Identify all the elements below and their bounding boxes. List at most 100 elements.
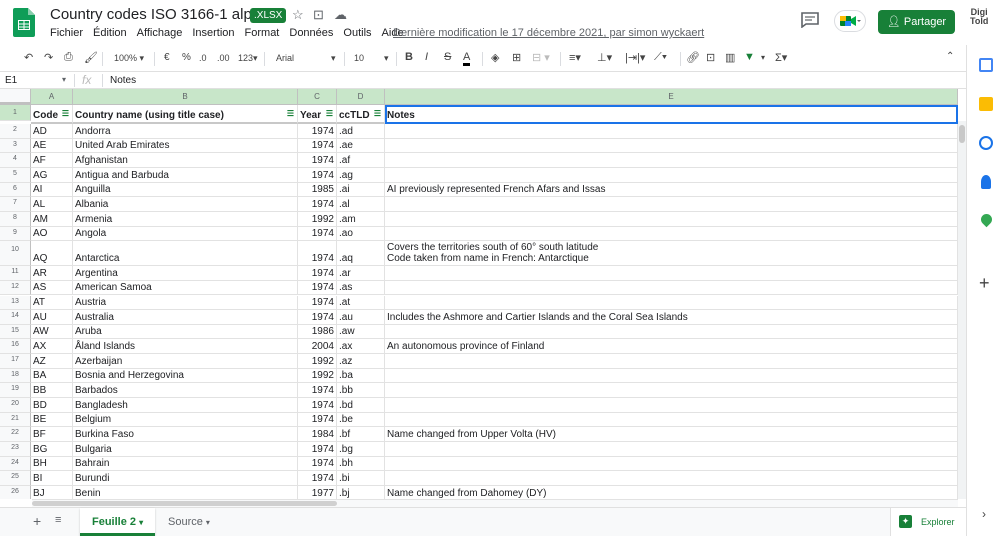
table-cell-tld[interactable]: .ad: [337, 124, 385, 139]
functions-icon[interactable]: Σ▾: [775, 51, 787, 64]
table-cell-code[interactable]: AR: [31, 266, 73, 281]
add-addon-icon[interactable]: +: [979, 273, 990, 294]
table-cell-notes[interactable]: [385, 471, 958, 486]
table-cell-year[interactable]: 1974: [298, 138, 337, 154]
table-cell-notes[interactable]: [385, 266, 958, 281]
table-cell-code[interactable]: AI: [31, 182, 73, 198]
row-header[interactable]: 5: [0, 167, 31, 183]
cloud-status-icon[interactable]: ☁: [334, 7, 347, 23]
table-cell-name[interactable]: Bangladesh: [73, 398, 298, 413]
row-header[interactable]: 12: [0, 280, 31, 296]
table-cell-year[interactable]: 1974: [298, 398, 337, 413]
table-cell-code[interactable]: BH: [31, 456, 73, 472]
table-cell-name[interactable]: Austria: [73, 295, 298, 311]
table-cell-name[interactable]: Azerbaijan: [73, 354, 298, 369]
column-header-d[interactable]: D: [337, 89, 385, 105]
insert-comment-icon[interactable]: ⊡: [706, 51, 715, 64]
horizontal-scrollbar[interactable]: [32, 499, 958, 507]
row-header[interactable]: 19: [0, 383, 31, 399]
table-cell-notes[interactable]: [385, 456, 958, 472]
table-cell-code[interactable]: BG: [31, 442, 73, 457]
decrease-decimal-button[interactable]: .0: [199, 53, 207, 63]
table-cell-notes[interactable]: Covers the territories south of 60° sout…: [385, 241, 958, 267]
table-cell-name[interactable]: Antarctica: [73, 241, 298, 267]
table-cell-name[interactable]: Anguilla: [73, 182, 298, 198]
menu-tools[interactable]: Outils: [343, 27, 371, 39]
table-cell-notes[interactable]: An autonomous province of Finland: [385, 339, 958, 355]
menu-file[interactable]: Fichier: [50, 27, 83, 39]
increase-decimal-button[interactable]: .00: [217, 53, 230, 63]
table-cell-tld[interactable]: .as: [337, 280, 385, 296]
contacts-icon[interactable]: [981, 175, 991, 189]
row-header[interactable]: 11: [0, 266, 31, 281]
header-cell-d[interactable]: ccTLD ☰: [337, 105, 385, 124]
row-header[interactable]: 1: [0, 105, 31, 121]
expand-panel-icon[interactable]: ›: [982, 507, 986, 521]
calendar-icon[interactable]: [979, 58, 993, 72]
row-header[interactable]: 6: [0, 182, 31, 198]
paint-format-icon[interactable]: 🖌︎: [84, 51, 98, 64]
table-cell-notes[interactable]: Includes the Ashmore and Cartier Islands…: [385, 310, 958, 325]
share-button[interactable]: 👤︎ Partager: [878, 10, 955, 34]
table-cell-code[interactable]: AG: [31, 167, 73, 183]
table-cell-code[interactable]: AD: [31, 124, 73, 139]
table-cell-notes[interactable]: [385, 197, 958, 212]
table-cell-year[interactable]: 1974: [298, 442, 337, 457]
header-cell-a[interactable]: Code ☰: [31, 105, 73, 124]
filter-toggle-icon[interactable]: ☰: [374, 109, 381, 118]
table-cell-tld[interactable]: .bg: [337, 442, 385, 457]
column-header-a[interactable]: A: [31, 89, 73, 105]
chevron-down-icon[interactable]: ▾: [206, 518, 210, 527]
select-all-corner[interactable]: [0, 89, 31, 105]
vertical-align-icon[interactable]: ⊥▾: [597, 51, 612, 64]
table-cell-tld[interactable]: .al: [337, 197, 385, 212]
header-cell-c[interactable]: Year ☰: [298, 105, 337, 124]
table-cell-code[interactable]: AQ: [31, 241, 73, 267]
table-cell-name[interactable]: Angola: [73, 226, 298, 242]
table-cell-notes[interactable]: [385, 412, 958, 428]
table-cell-code[interactable]: BA: [31, 368, 73, 384]
meet-button[interactable]: [834, 10, 866, 32]
table-cell-tld[interactable]: .bb: [337, 383, 385, 399]
table-cell-tld[interactable]: .ar: [337, 266, 385, 281]
table-cell-year[interactable]: 1974: [298, 266, 337, 281]
table-cell-year[interactable]: 1974: [298, 383, 337, 399]
table-cell-notes[interactable]: [385, 398, 958, 413]
fill-color-icon[interactable]: ◈: [491, 51, 499, 64]
table-cell-year[interactable]: 1986: [298, 324, 337, 340]
table-cell-name[interactable]: Benin: [73, 485, 298, 499]
table-cell-notes[interactable]: Name changed from Upper Volta (HV): [385, 427, 958, 442]
table-cell-name[interactable]: Aruba: [73, 324, 298, 340]
name-box[interactable]: E1: [5, 75, 17, 86]
table-cell-year[interactable]: 1974: [298, 197, 337, 212]
row-header[interactable]: 2: [0, 124, 31, 139]
row-header[interactable]: 9: [0, 226, 31, 242]
column-header-e[interactable]: E: [385, 89, 958, 105]
table-cell-name[interactable]: Armenia: [73, 211, 298, 227]
sheets-logo-icon[interactable]: [13, 8, 35, 37]
table-cell-notes[interactable]: [385, 211, 958, 227]
row-header[interactable]: 23: [0, 442, 31, 457]
text-wrap-icon[interactable]: |⇥|▾: [625, 51, 645, 64]
row-header[interactable]: 25: [0, 471, 31, 486]
table-cell-tld[interactable]: .at: [337, 295, 385, 311]
formula-input[interactable]: Notes: [110, 75, 136, 86]
tab-source[interactable]: Source ▾: [156, 508, 222, 536]
table-cell-name[interactable]: Bosnia and Herzegovina: [73, 368, 298, 384]
table-cell-name[interactable]: Belgium: [73, 412, 298, 428]
table-cell-notes[interactable]: [385, 295, 958, 311]
row-header[interactable]: 24: [0, 456, 31, 472]
table-cell-tld[interactable]: .bi: [337, 471, 385, 486]
star-icon[interactable]: ☆: [292, 7, 304, 23]
last-edit-link[interactable]: Dernière modification le 17 décembre 202…: [393, 27, 704, 39]
italic-button[interactable]: I: [425, 51, 428, 63]
table-cell-name[interactable]: American Samoa: [73, 280, 298, 296]
keep-icon[interactable]: [979, 97, 993, 111]
row-header[interactable]: 16: [0, 339, 31, 355]
bold-button[interactable]: B: [405, 51, 413, 63]
table-cell-tld[interactable]: .af: [337, 153, 385, 168]
chevron-down-icon[interactable]: ▾: [139, 518, 143, 527]
spreadsheet-grid[interactable]: A B C D E 1 Code ☰ Country name (using title cas…: [0, 89, 958, 499]
row-header[interactable]: 15: [0, 324, 31, 340]
table-cell-tld[interactable]: .bh: [337, 456, 385, 472]
